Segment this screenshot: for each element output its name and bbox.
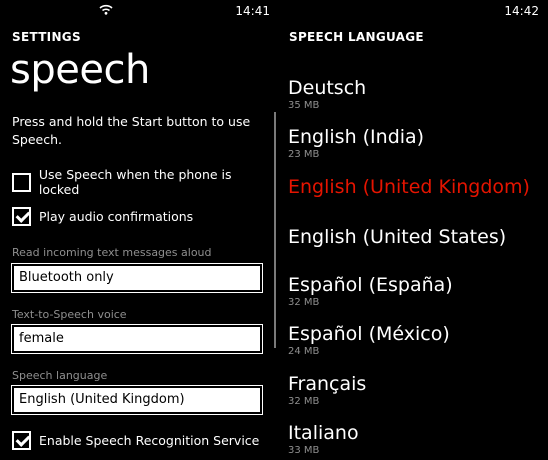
speech-language-select[interactable]: English (United Kingdom)	[11, 385, 263, 415]
tts-voice-select[interactable]: female	[11, 324, 263, 354]
language-item-english-uk[interactable]: English (United Kingdom)	[288, 176, 530, 198]
read-messages-label: Read incoming text messages aloud	[12, 246, 212, 259]
language-name-selected: English (United Kingdom)	[288, 176, 530, 198]
settings-header: SETTINGS	[12, 30, 81, 44]
language-name: English (United States)	[288, 226, 507, 248]
wifi-icon	[99, 4, 113, 15]
checkbox-box[interactable]	[12, 431, 31, 450]
language-name: Italiano	[288, 422, 359, 444]
language-name: Deutsch	[288, 77, 367, 99]
checkbox-box[interactable]	[12, 172, 31, 192]
settings-speech-panel: 14:41 SETTINGS speech Press and hold the…	[0, 0, 274, 460]
language-item-francais[interactable]: Français 32 MB	[288, 373, 366, 408]
enable-recognition-checkbox[interactable]: Enable Speech Recognition Service	[12, 431, 259, 450]
language-item-english-us[interactable]: English (United States)	[288, 226, 506, 248]
language-name: English (India)	[288, 126, 425, 148]
language-size: 35 MB	[288, 100, 320, 111]
read-messages-select[interactable]: Bluetooth only	[11, 263, 263, 293]
language-item-espanol-espana[interactable]: Español (España) 32 MB	[288, 274, 453, 309]
play-audio-confirmations-checkbox[interactable]: Play audio confirmations	[12, 207, 193, 226]
language-item-italiano[interactable]: Italiano 33 MB	[288, 422, 359, 457]
language-size: 24 MB	[288, 346, 320, 357]
speech-description: Press and hold the Start button to use S…	[12, 114, 251, 147]
speech-language-header: SPEECH LANGUAGE	[289, 30, 424, 44]
language-size: 32 MB	[288, 297, 320, 308]
language-item-espanol-mexico[interactable]: Español (México) 24 MB	[288, 323, 450, 358]
checkbox-label: Play audio confirmations	[39, 209, 194, 224]
use-speech-locked-checkbox[interactable]: Use Speech when the phone is locked	[12, 167, 274, 197]
language-size: 33 MB	[288, 445, 320, 456]
checkbox-label: Use Speech when the phone is locked	[38, 167, 232, 197]
language-size: 23 MB	[288, 149, 320, 160]
language-size: 32 MB	[288, 396, 320, 407]
language-item-english-india[interactable]: English (India) 23 MB	[288, 126, 424, 161]
status-time: 14:41	[235, 4, 270, 18]
speech-language-label: Speech language	[12, 369, 108, 382]
status-time: 14:42	[504, 4, 539, 18]
page-title: speech	[10, 47, 150, 93]
language-name: Español (España)	[288, 274, 453, 296]
language-name: Español (México)	[288, 323, 450, 345]
checkbox-label: Enable Speech Recognition Service	[39, 433, 260, 448]
scroll-indicator[interactable]	[274, 112, 276, 348]
checkbox-box[interactable]	[12, 207, 31, 226]
language-name: Français	[288, 373, 367, 395]
language-item-deutsch[interactable]: Deutsch 35 MB	[288, 77, 366, 112]
tts-voice-label: Text-to-Speech voice	[12, 308, 127, 321]
speech-language-panel: 14:42 SPEECH LANGUAGE Deutsch 35 MB Engl…	[274, 0, 548, 460]
